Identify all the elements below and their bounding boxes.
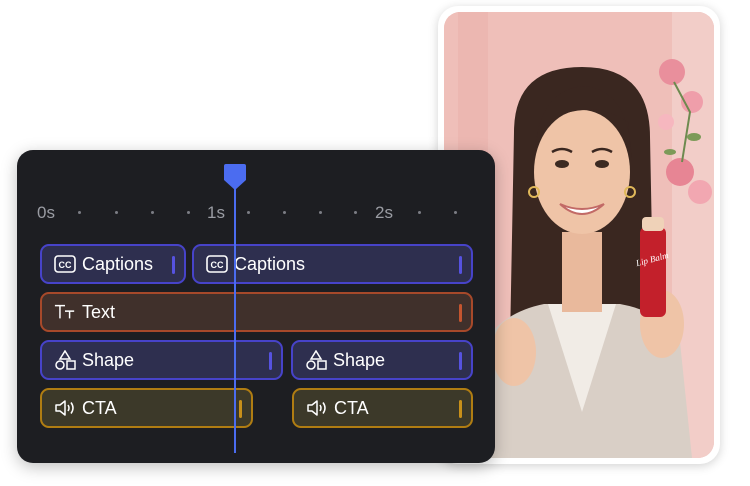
playhead-handle[interactable]	[224, 164, 246, 195]
clip-label: Text	[82, 301, 116, 322]
ruler-tick	[319, 211, 322, 214]
clip-resize-handle[interactable]	[459, 400, 462, 418]
ruler-tick	[78, 211, 81, 214]
clip-label: Shape	[333, 349, 386, 370]
ruler-label-0s: 0s	[37, 203, 55, 222]
shapes-icon	[305, 349, 327, 371]
ruler-tick	[187, 211, 190, 214]
clip-label: CTA	[334, 397, 369, 418]
playhead-line	[234, 186, 236, 453]
clip-resize-handle[interactable]	[459, 352, 462, 370]
clip-resize-handle[interactable]	[172, 256, 175, 274]
clip-resize-handle[interactable]	[459, 304, 462, 322]
closed-captions-icon: CC	[206, 253, 228, 275]
ruler-label-1s: 1s	[207, 203, 225, 222]
lip-balm-product	[640, 227, 666, 317]
captions-clip-1[interactable]: CC Captions	[40, 244, 186, 284]
clip-label: CTA	[82, 397, 117, 418]
ruler-tick	[354, 211, 357, 214]
ruler-tick	[247, 211, 250, 214]
ruler-tick	[418, 211, 421, 214]
ruler-tick	[454, 211, 457, 214]
shape-clip-2[interactable]: Shape	[291, 340, 473, 380]
timeline-panel: 0s 1s 2s CC Captions CC Captions Text Sh…	[17, 150, 495, 463]
svg-text:CC: CC	[211, 260, 224, 270]
text-icon	[54, 301, 76, 323]
clip-label: Captions	[234, 253, 306, 274]
ruler-label-2s: 2s	[375, 203, 393, 222]
clip-label: Shape	[82, 349, 135, 370]
clip-resize-handle[interactable]	[269, 352, 272, 370]
closed-captions-icon: CC	[54, 253, 76, 275]
text-clip[interactable]: Text	[40, 292, 473, 332]
clip-label: Captions	[82, 253, 154, 274]
time-ruler[interactable]: 0s 1s 2s	[17, 200, 495, 226]
clip-resize-handle[interactable]	[239, 400, 242, 418]
svg-text:CC: CC	[59, 260, 72, 270]
speaker-icon	[306, 397, 328, 419]
speaker-icon	[54, 397, 76, 419]
ruler-tick	[115, 211, 118, 214]
ruler-tick	[283, 211, 286, 214]
shape-clip-1[interactable]: Shape	[40, 340, 283, 380]
ruler-tick	[151, 211, 154, 214]
shapes-icon	[54, 349, 76, 371]
cta-clip-2[interactable]: CTA	[292, 388, 473, 428]
cta-clip-1[interactable]: CTA	[40, 388, 253, 428]
clip-resize-handle[interactable]	[459, 256, 462, 274]
